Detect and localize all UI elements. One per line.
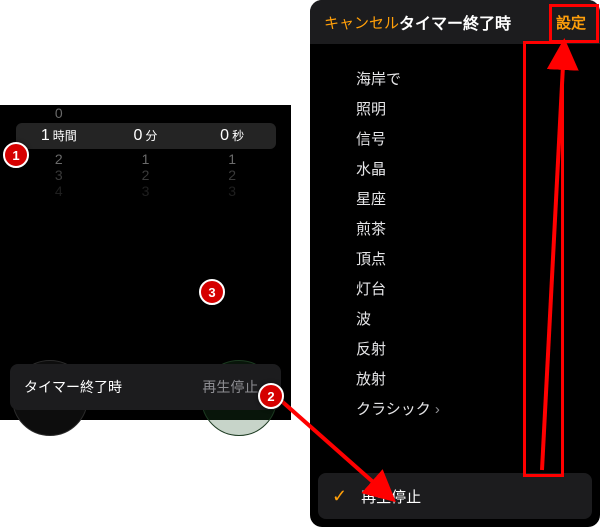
time-picker[interactable]: 0 1時間 0分 0秒 211 322 433	[0, 105, 291, 235]
arrow-to-stop	[275, 395, 415, 515]
arrow-to-set	[534, 40, 574, 480]
timer-panel: 0 1時間 0分 0秒 211 322 433 キャンセル	[0, 105, 291, 420]
annotation-badge-2: 2	[258, 383, 284, 409]
sheet-cancel-button[interactable]: キャンセル	[324, 12, 399, 33]
chevron-right-icon: ›	[431, 401, 440, 418]
timer-end-row[interactable]: タイマー終了時 再生停止 ›	[10, 364, 281, 410]
picker-row-next2: 322	[16, 167, 276, 183]
annotation-badge-3: 3	[199, 279, 225, 305]
picker-row-next3: 433	[16, 183, 276, 199]
timer-end-label: タイマー終了時	[24, 377, 122, 397]
picker-row-selected[interactable]: 1時間 0分 0秒	[16, 123, 276, 149]
picker-row-next1: 211	[16, 151, 276, 167]
picker-row-prev: 0	[16, 105, 276, 121]
highlight-box-set	[549, 4, 599, 43]
annotation-badge-1: 1	[3, 142, 29, 168]
